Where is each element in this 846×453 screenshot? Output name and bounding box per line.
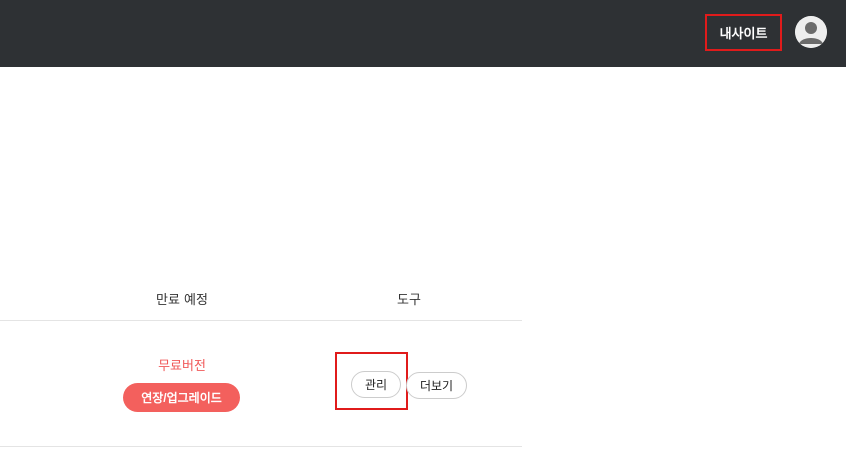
more-button[interactable]: 더보기 <box>406 372 467 399</box>
top-navbar: 내사이트 <box>0 0 846 67</box>
plan-status-label: 무료버전 <box>158 359 206 374</box>
my-sites-button[interactable]: 내사이트 <box>705 14 782 51</box>
table-divider <box>0 320 522 321</box>
table-divider-bottom <box>0 446 522 447</box>
extend-upgrade-button[interactable]: 연장/업그레이드 <box>123 383 240 412</box>
user-avatar-icon[interactable] <box>795 16 827 48</box>
column-header-tools: 도구 <box>397 293 421 308</box>
column-header-expiry: 만료 예정 <box>156 293 208 308</box>
user-silhouette-icon <box>795 16 827 48</box>
manage-button[interactable]: 관리 <box>351 371 401 398</box>
